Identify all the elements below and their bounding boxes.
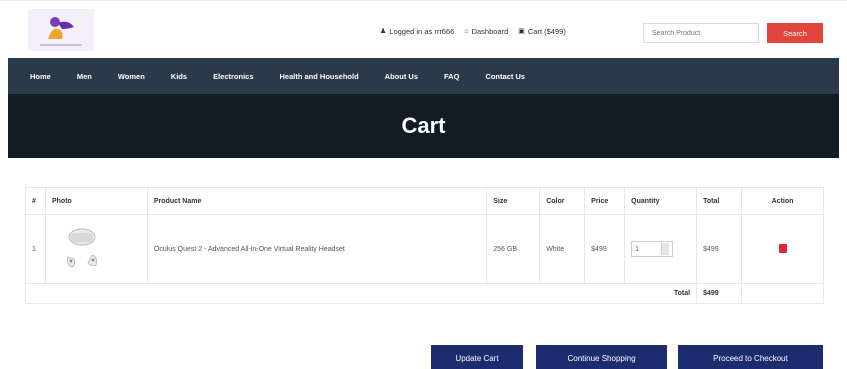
logged-in-link[interactable]: ♟ Logged in as rrr666: [380, 27, 454, 36]
cart-table: # Photo Product Name Size Color Price Qu…: [25, 187, 824, 304]
header-product-name: Product Name: [146, 187, 488, 215]
nav-item-contact[interactable]: Contact Us: [485, 72, 525, 81]
user-icon: ♟: [380, 28, 387, 35]
update-cart-button[interactable]: Update Cart: [431, 345, 523, 369]
row-num: 1: [25, 214, 46, 284]
row-total: $499: [696, 214, 743, 284]
proceed-to-checkout-button[interactable]: Proceed to Checkout: [678, 345, 823, 369]
nav-item-electronics[interactable]: Electronics: [213, 72, 253, 81]
search-input[interactable]: [643, 23, 759, 43]
nav-item-kids[interactable]: Kids: [171, 72, 187, 81]
header-num: #: [25, 187, 46, 215]
continue-shopping-button[interactable]: Continue Shopping: [536, 345, 667, 369]
header-photo: Photo: [44, 187, 148, 215]
header-color: Color: [539, 187, 586, 215]
row-product-name[interactable]: Oculus Quest 2 - Advanced All-in-One Vir…: [146, 214, 488, 284]
nav-item-faq[interactable]: FAQ: [444, 72, 459, 81]
page-banner: Cart: [8, 94, 839, 158]
row-size: 256 GB: [486, 214, 541, 284]
cart-icon: ▣: [518, 28, 525, 35]
nav-item-about[interactable]: About Us: [385, 72, 418, 81]
row-price: $499: [584, 214, 626, 284]
header-price: Price: [584, 187, 626, 215]
trash-icon[interactable]: [778, 243, 787, 253]
quantity-spinner[interactable]: [661, 243, 670, 255]
row-quantity-cell: 1: [624, 214, 698, 284]
page-title: Cart: [401, 113, 446, 138]
cart-label: Cart ($499): [527, 27, 566, 36]
nav-item-home[interactable]: Home: [30, 72, 51, 81]
nav-item-women[interactable]: Women: [118, 72, 145, 81]
search-button[interactable]: Search: [767, 23, 823, 43]
quantity-value: 1: [635, 245, 640, 253]
main-nav: Home Men Women Kids Electronics Health a…: [8, 58, 839, 94]
site-logo[interactable]: [28, 9, 94, 51]
header-action: Action: [741, 187, 824, 215]
top-bar: ♟ Logged in as rrr666 ⌂ Dashboard ▣ Cart…: [0, 0, 847, 56]
header-quantity: Quantity: [624, 187, 698, 215]
dashboard-link[interactable]: ⌂ Dashboard: [464, 27, 508, 36]
table-header-row: # Photo Product Name Size Color Price Qu…: [25, 187, 824, 215]
logged-in-label: Logged in as rrr666: [389, 27, 455, 36]
dashboard-label: Dashboard: [471, 27, 509, 36]
nav-item-men[interactable]: Men: [77, 72, 92, 81]
top-links: ♟ Logged in as rrr666 ⌂ Dashboard ▣ Cart…: [380, 27, 566, 36]
product-photo[interactable]: [52, 223, 112, 275]
grand-total-value: $499: [696, 283, 743, 304]
nav-item-health[interactable]: Health and Household: [280, 72, 359, 81]
header-total: Total: [696, 187, 743, 215]
quantity-stepper[interactable]: 1: [631, 241, 674, 257]
header-size: Size: [486, 187, 541, 215]
grand-total-label: Total: [624, 283, 698, 304]
row-action-cell: [741, 214, 824, 284]
cart-link[interactable]: ▣ Cart ($499): [518, 27, 566, 36]
table-row: 1 Oculus Quest 2 - Advanced All-in-One V…: [25, 214, 824, 284]
row-color: White: [539, 214, 586, 284]
total-row: Total $499: [25, 283, 824, 304]
row-photo-cell: [44, 214, 148, 284]
home-icon: ⌂: [464, 28, 469, 35]
